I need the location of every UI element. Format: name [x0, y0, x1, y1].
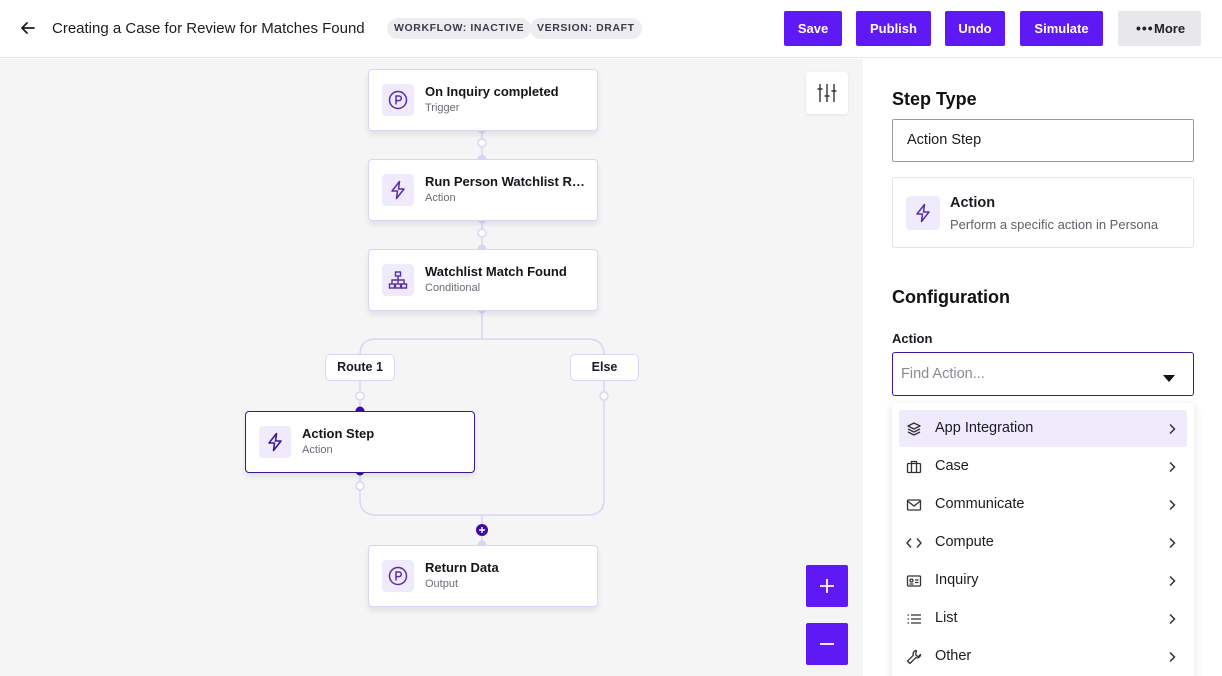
menu-item-label: Communicate — [935, 496, 1025, 512]
lightning-icon — [906, 196, 940, 230]
page-title: Creating a Case for Review for Matches F… — [52, 20, 365, 37]
more-button-label: More — [1154, 21, 1186, 36]
card-subtitle: Perform a specific action in Persona — [950, 217, 1159, 232]
chevron-right-icon — [1167, 536, 1177, 554]
workflow-node-action-step[interactable]: Action Step Action — [245, 411, 475, 473]
node-subtitle: Conditional — [425, 282, 481, 294]
else-route-label[interactable]: Else — [570, 354, 639, 381]
zoom-in-button[interactable] — [806, 565, 848, 607]
node-subtitle: Action — [302, 444, 333, 456]
node-subtitle: Trigger — [425, 102, 460, 114]
canvas-settings-button[interactable] — [806, 72, 848, 114]
step-type-field[interactable]: Action Step — [892, 119, 1194, 162]
menu-item-label: App Integration — [935, 420, 1034, 436]
node-subtitle: Action — [425, 192, 456, 204]
chevron-right-icon — [1167, 650, 1177, 668]
sitemap-icon — [382, 264, 414, 296]
configuration-heading: Configuration — [892, 287, 1010, 307]
step-config-panel: Step Type Action Step Action Perform a s… — [863, 59, 1222, 676]
caret-down-icon[interactable] — [1162, 370, 1176, 388]
menu-item-label: Compute — [935, 534, 994, 550]
chevron-right-icon — [1167, 498, 1177, 516]
menu-item-app-integration[interactable]: App Integration — [899, 410, 1187, 447]
chevron-right-icon — [1167, 460, 1177, 478]
save-button[interactable]: Save — [784, 11, 842, 46]
undo-button[interactable]: Undo — [945, 11, 1005, 46]
action-select[interactable] — [892, 352, 1194, 396]
workflow-node-watchlist-report[interactable]: Run Person Watchlist Re... Action — [368, 159, 598, 221]
action-dropdown-menu: App Integration Case Communicate Compute — [892, 403, 1194, 676]
route-1-label[interactable]: Route 1 — [325, 354, 395, 381]
workflow-node-return-data[interactable]: Return Data Output — [368, 545, 598, 607]
publish-button[interactable]: Publish — [856, 11, 931, 46]
menu-item-label: Case — [935, 458, 969, 474]
workflow-status-badge: WORKFLOW: INACTIVE — [387, 18, 532, 39]
card-title: Action — [950, 195, 996, 211]
step-type-card: Action Perform a specific action in Pers… — [892, 177, 1194, 248]
menu-item-communicate[interactable]: Communicate — [899, 486, 1187, 523]
node-title: Return Data — [425, 560, 499, 575]
menu-item-label: Inquiry — [935, 572, 979, 588]
code-icon — [906, 535, 922, 551]
menu-item-list[interactable]: List — [899, 600, 1187, 637]
briefcase-icon — [906, 459, 922, 475]
persona-logo-icon — [382, 84, 414, 116]
lightning-icon — [259, 426, 291, 458]
lightning-icon — [382, 174, 414, 206]
simulate-button[interactable]: Simulate — [1020, 11, 1103, 46]
more-dots-icon: ••• — [1136, 20, 1154, 36]
workflow-canvas[interactable]: On Inquiry completed Trigger Run Person … — [0, 59, 863, 676]
menu-item-case[interactable]: Case — [899, 448, 1187, 485]
layers-icon — [906, 421, 922, 437]
node-title: Watchlist Match Found — [425, 264, 567, 279]
id-card-icon — [906, 573, 922, 589]
menu-item-label: Other — [935, 648, 972, 664]
find-action-input[interactable] — [901, 363, 1151, 385]
action-field-label: Action — [892, 331, 933, 346]
chevron-right-icon — [1167, 612, 1177, 630]
chevron-right-icon — [1167, 422, 1177, 440]
back-arrow-icon[interactable] — [18, 18, 38, 38]
menu-item-other[interactable]: Other — [899, 638, 1187, 675]
node-title: Run Person Watchlist Re... — [425, 174, 585, 189]
top-bar: Creating a Case for Review for Matches F… — [0, 0, 1222, 58]
menu-item-label: List — [935, 610, 958, 626]
workflow-node-trigger[interactable]: On Inquiry completed Trigger — [368, 69, 598, 131]
node-title: Action Step — [302, 426, 375, 441]
step-type-heading: Step Type — [892, 89, 977, 109]
mail-icon — [906, 497, 922, 513]
menu-item-compute[interactable]: Compute — [899, 524, 1187, 561]
wrench-icon — [906, 649, 922, 665]
menu-item-inquiry[interactable]: Inquiry — [899, 562, 1187, 599]
workflow-node-conditional[interactable]: Watchlist Match Found Conditional — [368, 249, 598, 311]
version-status-badge: VERSION: DRAFT — [530, 18, 642, 39]
zoom-out-button[interactable] — [806, 623, 848, 665]
list-icon — [906, 611, 922, 627]
persona-logo-icon — [382, 560, 414, 592]
more-button[interactable]: ••• More — [1118, 11, 1201, 46]
node-title: On Inquiry completed — [425, 84, 559, 99]
node-subtitle: Output — [425, 578, 459, 590]
chevron-right-icon — [1167, 574, 1177, 592]
